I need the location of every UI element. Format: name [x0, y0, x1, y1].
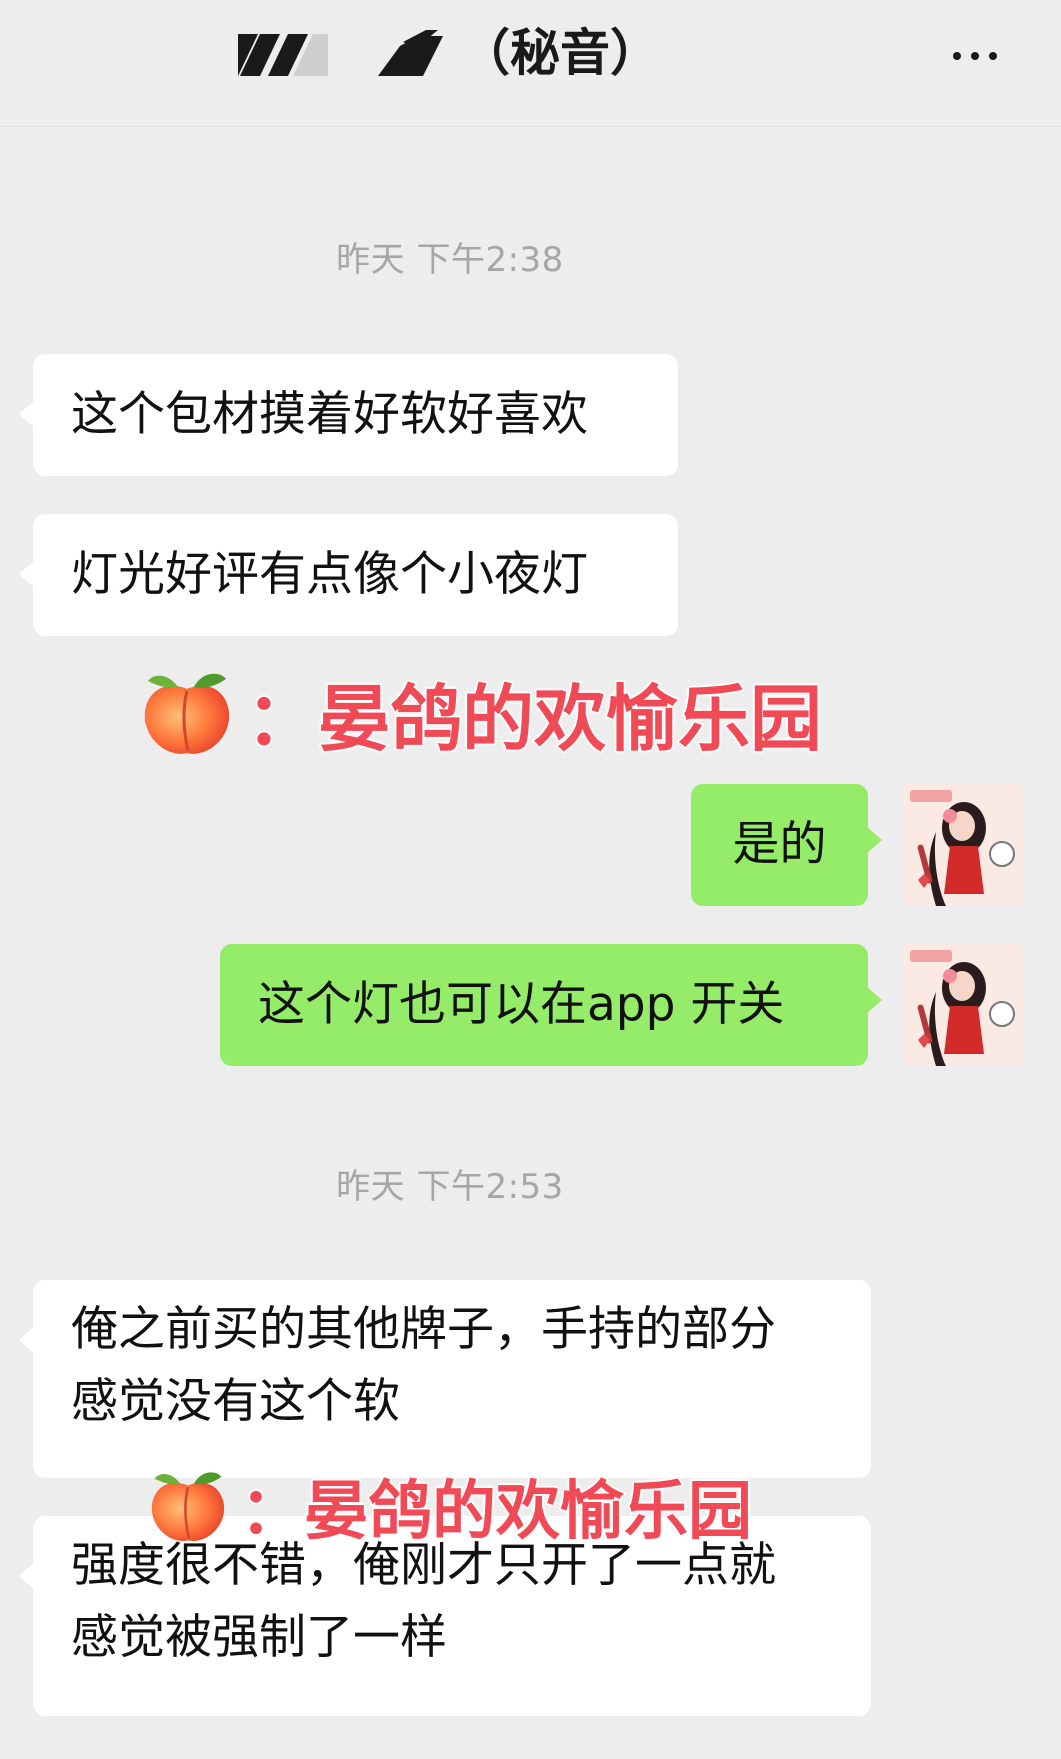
message-text: 俺之前买的其他牌子，手持的部分 感觉没有这个软: [71, 1294, 776, 1438]
censored-name-mosaic: [238, 30, 448, 76]
more-dot-icon: [989, 52, 997, 60]
message-line: 强度很不错，俺刚才只开了一点就: [71, 1538, 776, 1593]
more-dot-icon: [971, 52, 979, 60]
avatar[interactable]: [902, 784, 1024, 906]
more-options-button[interactable]: [940, 36, 1010, 76]
message-text: 这个灯也可以在app 开关: [258, 977, 785, 1032]
chat-title-suffix: （秘音）: [460, 24, 660, 82]
message-text: 这个包材摸着好软好喜欢: [71, 387, 588, 442]
avatar[interactable]: [902, 944, 1024, 1066]
message-line: 俺之前买的其他牌子，手持的部分: [71, 1302, 776, 1357]
message-bubble-incoming[interactable]: 俺之前买的其他牌子，手持的部分 感觉没有这个软: [19, 1280, 871, 1478]
chat-header: （秘音）: [0, 0, 1061, 127]
avatar-girl-icon: [902, 784, 1024, 906]
message-line: 感觉被强制了一样: [71, 1610, 447, 1665]
message-bubble-incoming[interactable]: 强度很不错，俺刚才只开了一点就 感觉被强制了一样: [19, 1516, 871, 1716]
message-text: 灯光好评有点像个小夜灯: [71, 547, 588, 602]
watermark-overlay: ：晏鸽的欢愉乐园: [138, 660, 824, 765]
message-bubble-outgoing[interactable]: 是的: [691, 784, 882, 906]
message-bubble-outgoing[interactable]: 这个灯也可以在app 开关: [220, 944, 882, 1066]
more-dot-icon: [953, 52, 961, 60]
avatar-girl-icon: [902, 944, 1024, 1066]
watermark-text: ：晏鸽的欢愉乐园: [244, 676, 823, 763]
message-text: 是的: [732, 817, 827, 872]
message-bubble-incoming[interactable]: 这个包材摸着好软好喜欢: [19, 354, 678, 476]
message-line: 感觉没有这个软: [71, 1374, 400, 1429]
timestamp: 昨天 下午2:53: [336, 1167, 564, 1207]
timestamp: 昨天 下午2:38: [336, 240, 564, 280]
peach-icon: [144, 673, 230, 754]
message-text: 强度很不错，俺刚才只开了一点就 感觉被强制了一样: [71, 1530, 776, 1674]
chat-title: （秘音）: [238, 22, 660, 84]
message-bubble-incoming[interactable]: 灯光好评有点像个小夜灯: [19, 514, 678, 636]
